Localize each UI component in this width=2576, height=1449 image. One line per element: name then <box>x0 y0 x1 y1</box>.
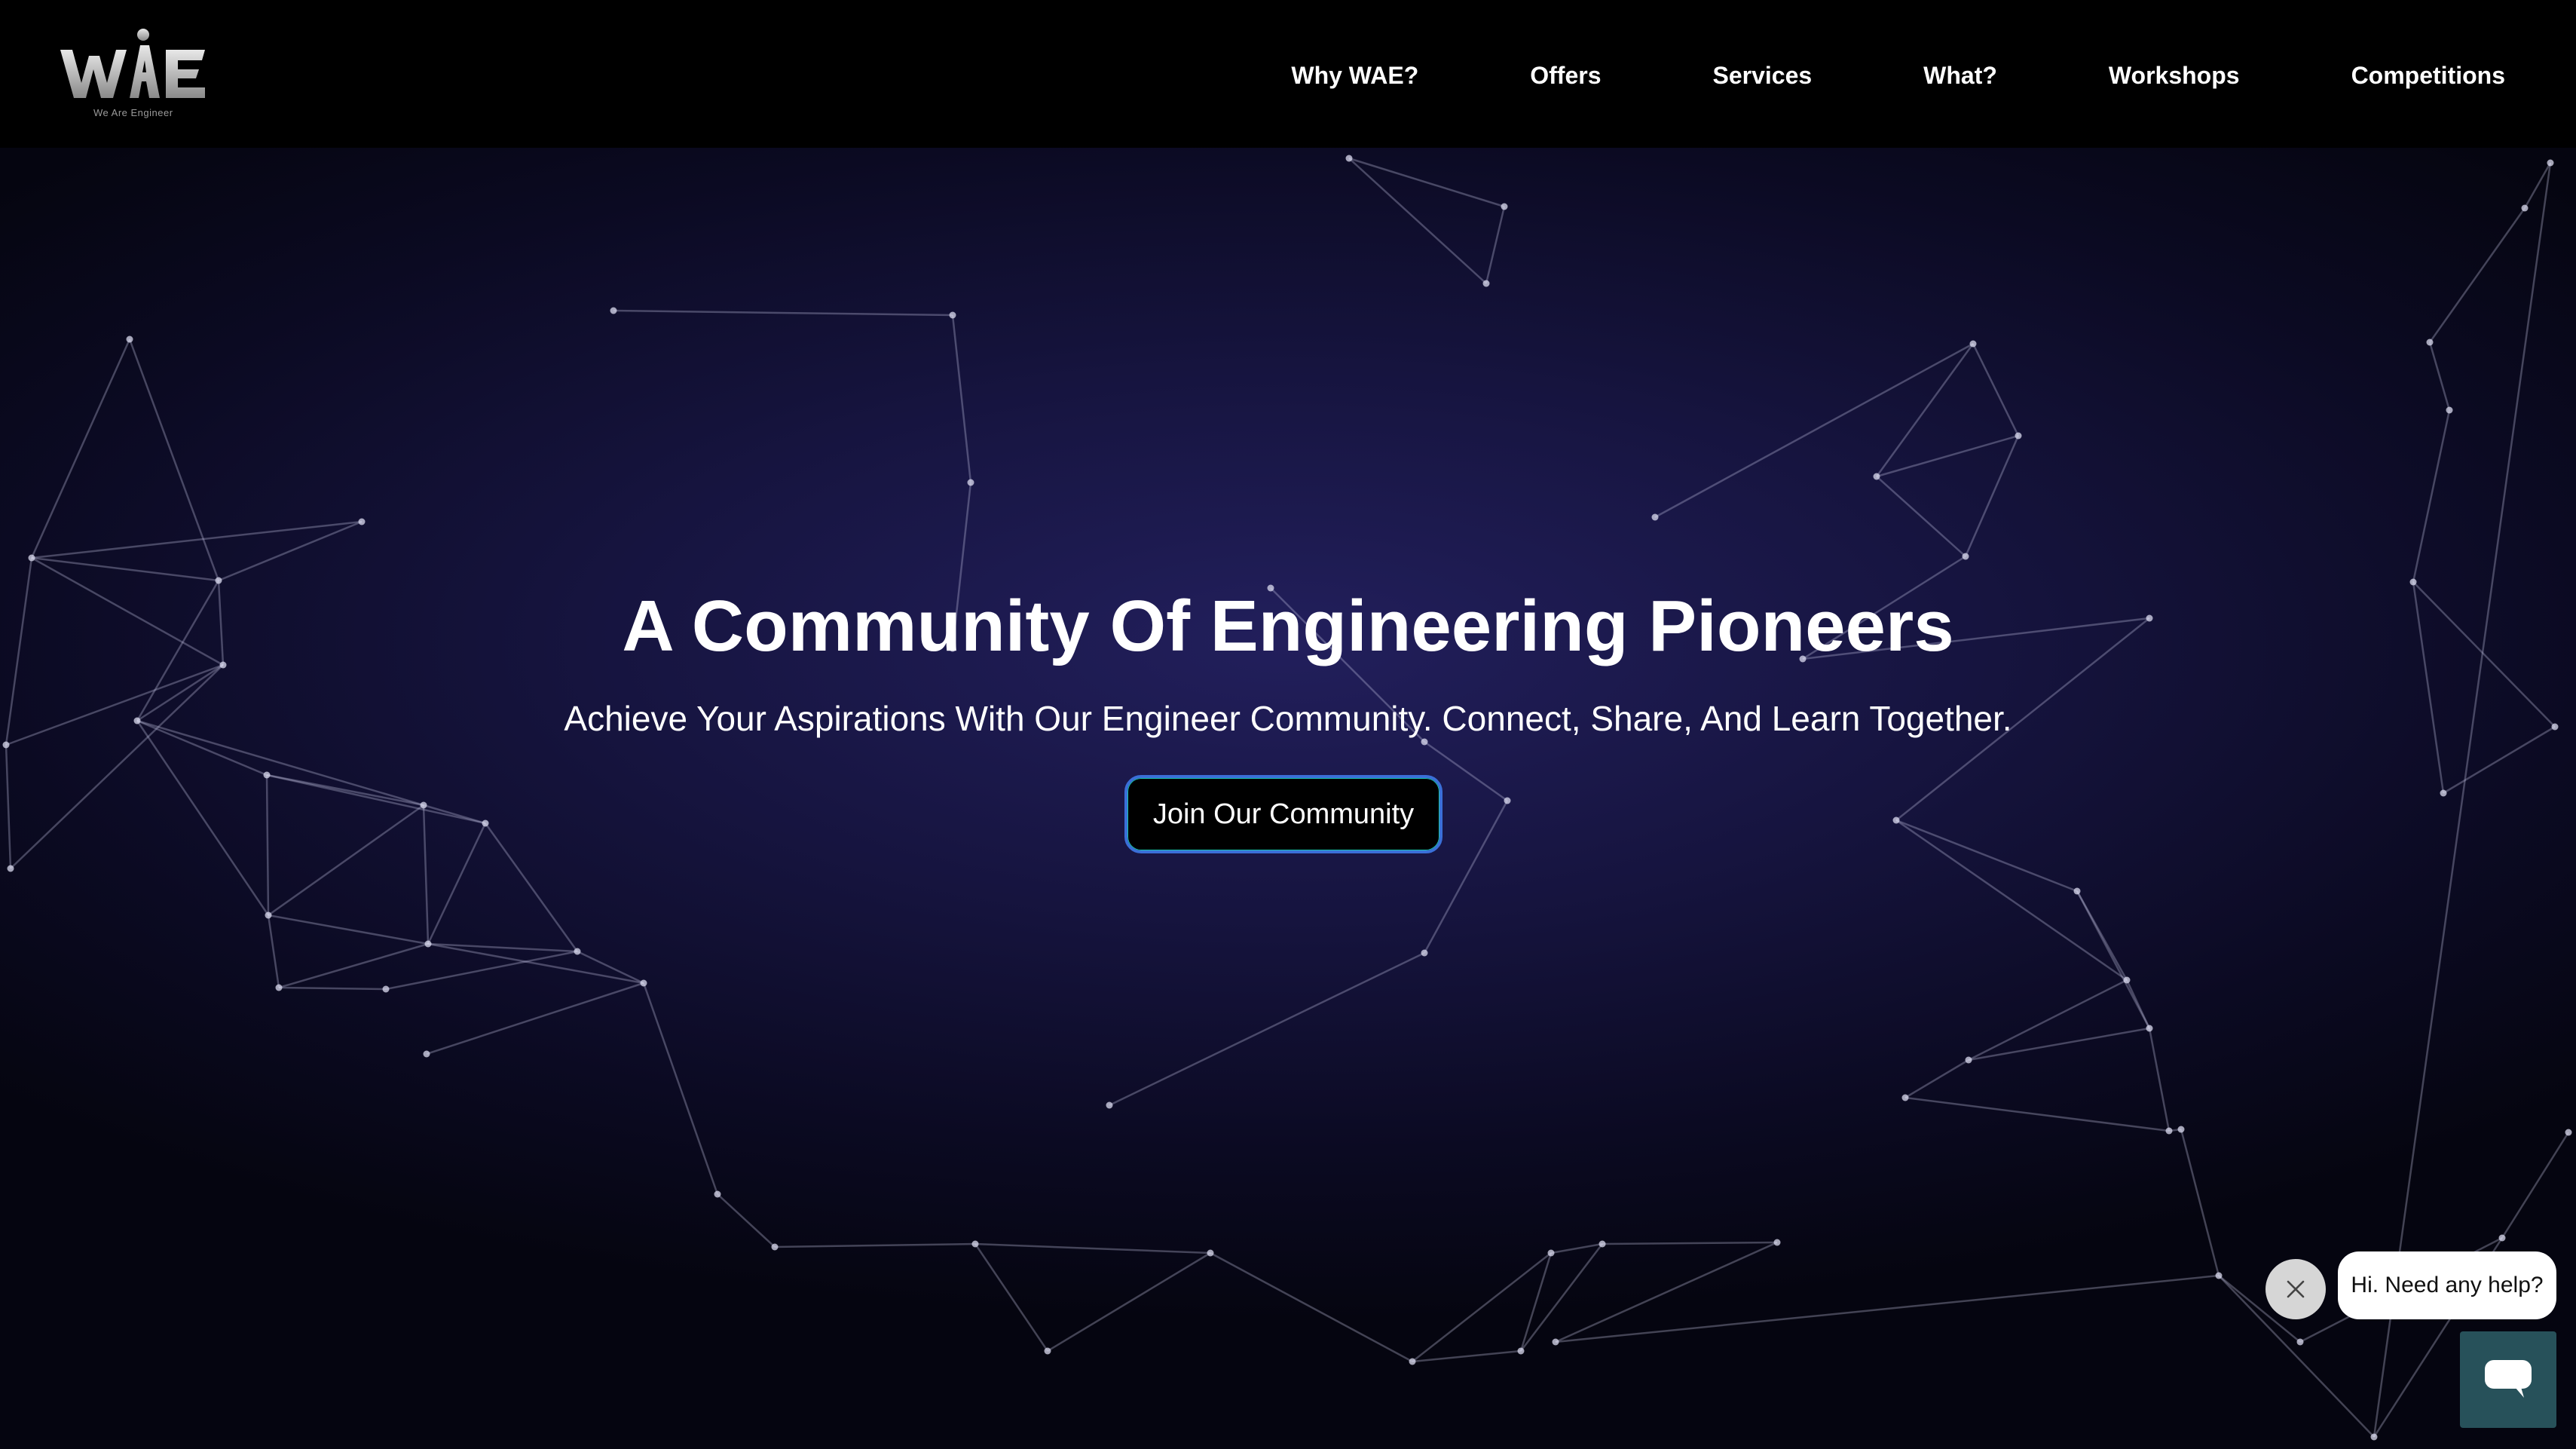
hero-section: A Community Of Engineering Pioneers Achi… <box>0 148 2576 1449</box>
close-icon <box>2287 1280 2305 1298</box>
chat-launcher-button[interactable] <box>2460 1331 2556 1428</box>
hero-subtitle: Achieve Your Aspirations With Our Engine… <box>564 699 2012 738</box>
nav-competitions[interactable]: Competitions <box>2351 62 2505 90</box>
chat-close-button[interactable] <box>2265 1259 2326 1319</box>
nav-offers[interactable]: Offers <box>1530 62 1601 90</box>
chat-icon <box>2485 1360 2532 1398</box>
page-frame: We Are Engineer Why WAE? Offers Services… <box>0 3 2576 1449</box>
chat-greeting-bubble[interactable]: Hi. Need any help? <box>2338 1251 2556 1319</box>
main-nav: Why WAE? Offers Services What? Workshops… <box>1291 3 2505 148</box>
hero-title: A Community Of Engineering Pioneers <box>622 586 1954 666</box>
site-header: We Are Engineer Why WAE? Offers Services… <box>0 3 2576 148</box>
nav-what[interactable]: What? <box>1923 62 1997 90</box>
logo[interactable]: We Are Engineer <box>57 26 216 124</box>
nav-why-wae[interactable]: Why WAE? <box>1291 62 1418 90</box>
nav-workshops[interactable]: Workshops <box>2109 62 2240 90</box>
nav-services[interactable]: Services <box>1712 62 1812 90</box>
join-community-button[interactable]: Join Our Community <box>1124 775 1442 853</box>
logo-tagline: We Are Engineer <box>93 107 173 118</box>
logo-mark <box>60 29 205 98</box>
